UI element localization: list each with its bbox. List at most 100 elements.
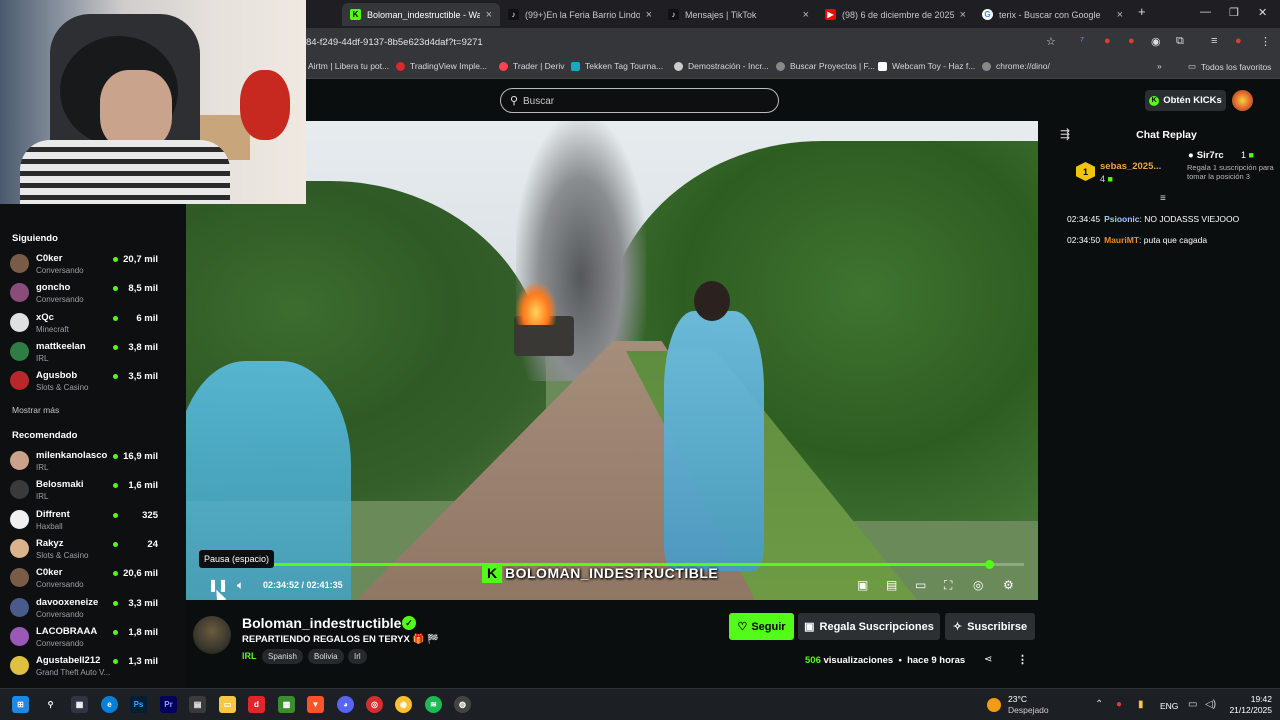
bookmark[interactable]: Buscar Proyectos | F... [776, 61, 875, 71]
minecraft-icon[interactable]: ▩ [278, 696, 295, 713]
clip-icon[interactable]: ▤ [886, 578, 897, 592]
close-icon[interactable]: × [486, 9, 492, 21]
chrome-icon[interactable]: ◉ [395, 696, 412, 713]
search-icon[interactable]: ⚲ [42, 696, 59, 713]
tab-tiktok-feria[interactable]: ♪ (99+)En la Feria Barrio Lindo de × [500, 3, 660, 26]
progress-knob[interactable] [985, 560, 995, 569]
chevron-right-icon[interactable]: » [1157, 61, 1162, 71]
bookmark[interactable]: Demostración - Incr... [674, 61, 769, 71]
maximize-icon[interactable]: ❐ [1229, 6, 1239, 19]
puzzle-icon[interactable]: ⧉ [1176, 35, 1184, 48]
volume-icon[interactable]: 🔈︎ [237, 578, 244, 593]
close-icon[interactable]: × [646, 9, 652, 21]
tray-icon[interactable]: ● [1116, 699, 1122, 710]
bookmark[interactable]: Airtm | Libera tu pot... [308, 61, 389, 71]
gift-subs-button[interactable]: ▣ Regala Suscripciones [798, 613, 940, 640]
all-bookmarks[interactable]: ▭ Todos los favoritos [1188, 61, 1271, 72]
sidebar-channel[interactable]: xQc Minecraft 6 mil [10, 309, 180, 337]
get-kicks-button[interactable]: K Obtén KICKs [1145, 90, 1226, 111]
new-tab-button[interactable]: + [1138, 4, 1146, 19]
star-icon[interactable]: ☆ [1046, 35, 1056, 48]
close-icon[interactable]: × [803, 9, 809, 21]
collapse-icon[interactable]: ≡ [1160, 193, 1166, 204]
theater-mode-icon[interactable]: ▭ [915, 578, 926, 592]
sidebar-channel[interactable]: C0ker Conversando 20,7 mil [10, 250, 180, 278]
profile-icon[interactable]: ● [1235, 35, 1242, 47]
sidebar-channel[interactable]: milenkanolasco IRL 16,9 mil [10, 447, 180, 475]
fullscreen-icon[interactable]: ⛶ [944, 578, 952, 593]
sidebar-channel[interactable]: LACOBRAAA Conversando 1,8 mil [10, 623, 180, 651]
tag-chip[interactable]: Bolivia [308, 649, 344, 664]
tab-youtube[interactable]: ▶ (98) 6 de diciembre de 2025 - V × [817, 3, 974, 26]
language-indicator[interactable]: ENG [1160, 701, 1178, 711]
tray-icon[interactable]: ▮ [1138, 699, 1144, 710]
progress-bar[interactable] [200, 560, 1024, 569]
sidebar-channel[interactable]: goncho Conversando 8,5 mil [10, 279, 180, 307]
chevron-up-icon[interactable]: ⌃ [1095, 699, 1103, 710]
search-input[interactable]: ⚲ Buscar [500, 88, 779, 113]
settings-gear-icon[interactable]: ⚙ [1003, 578, 1014, 592]
sidebar-channel[interactable]: Diffrent Haxball 325 [10, 506, 180, 534]
sidebar-channel[interactable]: Rakyz Slots & Casino 24 [10, 535, 180, 563]
url-field[interactable]: 84-f249-44df-9137-8b5e623d4daf?t=9271 [306, 37, 483, 48]
subscribe-button[interactable]: ✧ Suscribirse [945, 613, 1035, 640]
volume-icon[interactable]: ◁) [1205, 699, 1216, 710]
sidebar-channel[interactable]: davooxeneize Conversando 3,3 mil [10, 594, 180, 622]
spotify-icon[interactable]: ≋ [425, 696, 442, 713]
miniplayer-icon[interactable]: ▣ [857, 578, 868, 592]
top-gifter-name[interactable]: sebas_2025... [1100, 161, 1161, 172]
extension-icon[interactable]: ● [1104, 35, 1111, 47]
speed-icon[interactable]: ◎ [973, 578, 983, 592]
close-icon[interactable]: × [1117, 9, 1123, 21]
discord-icon[interactable]: ◕ [337, 696, 354, 713]
bookmark-icon [674, 61, 683, 71]
share-icon[interactable]: ⋖ [984, 654, 992, 665]
category-link[interactable]: IRL [242, 651, 257, 661]
avatar[interactable] [1232, 90, 1253, 111]
subscriber-name[interactable]: ● Sir7rc [1188, 150, 1224, 161]
show-more-link[interactable]: Mostrar más [12, 405, 59, 415]
folder-icon[interactable]: ▭ [219, 696, 236, 713]
tab-kick[interactable]: K Boloman_indestructible - Watc × [342, 3, 500, 26]
network-icon[interactable]: ▭ [1188, 699, 1197, 710]
brave-icon[interactable]: ▼ [307, 696, 324, 713]
weather-temp[interactable]: 23°C [1008, 694, 1027, 704]
edge-icon[interactable]: e [101, 696, 118, 713]
tag-chip[interactable]: Spanish [262, 649, 303, 664]
sidebar-channel[interactable]: Agustabell212 Grand Theft Auto V... 1,3 mi… [10, 652, 180, 680]
bookmark[interactable]: chrome://dino/ [982, 61, 1050, 71]
tab-google[interactable]: G terix - Buscar con Google × [974, 3, 1131, 26]
close-icon[interactable]: × [960, 9, 966, 21]
media-icon[interactable]: ≡ [1211, 35, 1217, 47]
sidebar-channel[interactable]: Agusbob Slots & Casino 3,5 mil [10, 367, 180, 395]
sidebar-channel[interactable]: mattkeelan IRL 3,8 mil [10, 338, 180, 366]
photoshop-icon[interactable]: Ps [130, 696, 147, 713]
follow-button[interactable]: ♡ Seguir [729, 613, 794, 640]
extension-icon[interactable]: ● [1128, 35, 1135, 47]
extension-icon[interactable]: ◉ [1151, 35, 1161, 48]
bookmark[interactable]: TradingView Imple... [396, 61, 487, 71]
bookmark[interactable]: Trader | Deriv [499, 61, 565, 71]
more-options-icon[interactable]: ⋮ [1017, 653, 1028, 666]
clock-time[interactable]: 19:42 [1236, 694, 1272, 704]
obs-icon[interactable]: ◍ [454, 696, 471, 713]
menu-icon[interactable]: ⋮ [1260, 35, 1271, 48]
streamer-avatar[interactable] [193, 616, 231, 654]
store-icon[interactable]: ▤ [189, 696, 206, 713]
premiere-icon[interactable]: Pr [160, 696, 177, 713]
task-view-icon[interactable]: ▦ [71, 696, 88, 713]
bookmark[interactable]: Webcam Toy - Haz f... [878, 61, 975, 71]
windows-start-icon[interactable]: ⊞ [12, 696, 29, 713]
extension-icon[interactable]: ⁷ [1080, 35, 1084, 47]
minimize-icon[interactable]: — [1200, 6, 1211, 18]
video-player[interactable]: K BOLOMAN_INDESTRUCTIBLE ❚❚ 🔈︎ 02:34:52 … [186, 121, 1038, 600]
tag-chip[interactable]: Irl [348, 649, 367, 664]
close-window-icon[interactable]: ✕ [1258, 6, 1267, 19]
tab-tiktok-messages[interactable]: ♪ Mensajes | TikTok × [660, 3, 817, 26]
streamer-name[interactable]: Boloman_indestructible [242, 615, 401, 631]
bookmark[interactable]: Tekken Tag Tourna... [571, 61, 663, 71]
sidebar-channel[interactable]: Belosmaki IRL 1,6 mil [10, 476, 180, 504]
app-icon[interactable]: d [248, 696, 265, 713]
sidebar-channel[interactable]: C0ker Conversando 20,6 mil [10, 564, 180, 592]
app-icon[interactable]: ◎ [366, 696, 383, 713]
